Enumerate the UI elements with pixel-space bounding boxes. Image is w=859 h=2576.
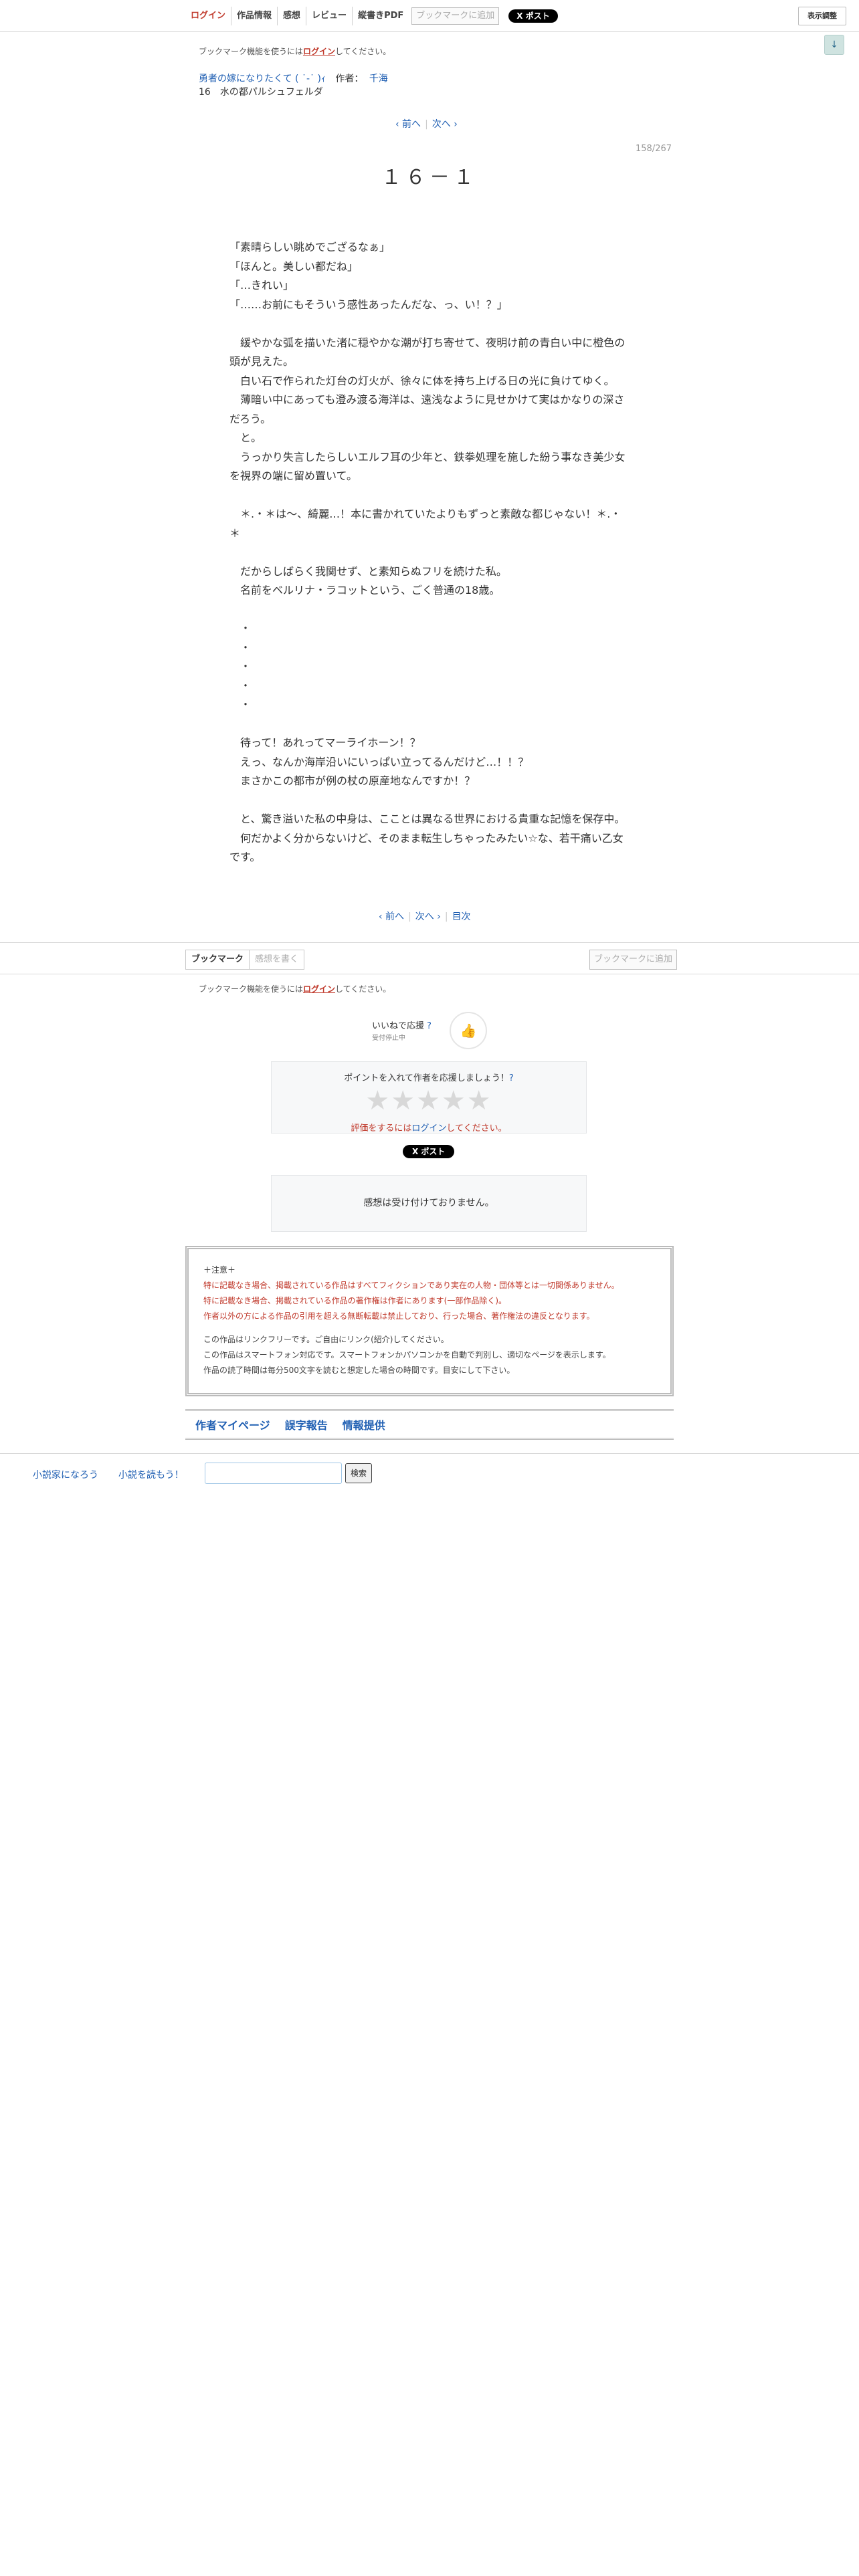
thumbs-up-icon: 👍 bbox=[460, 1023, 477, 1039]
body-line: 待って！あれってマーライホーン！？ bbox=[229, 736, 421, 749]
prev-page-link-bottom[interactable]: ‹ 前へ bbox=[379, 911, 404, 922]
impression-closed-notice: 感想は受け付けておりません。 bbox=[271, 1175, 587, 1232]
add-bookmark-button[interactable]: ブックマークに追加 bbox=[411, 7, 500, 25]
body-line bbox=[229, 543, 628, 562]
body-line: ・ bbox=[229, 698, 252, 711]
help-icon[interactable]: ? bbox=[427, 1021, 432, 1031]
body-line: を視界の端に留め置いて。 bbox=[229, 469, 358, 482]
nav-reviews[interactable]: レビュー bbox=[306, 7, 352, 25]
body-line: 名前をベルリナ・ラコットという、ごく普通の18歳。 bbox=[229, 584, 500, 597]
site-header: ログイン 作品情報 感想 レビュー 縦書きPDF ブックマークに追加 X ポスト… bbox=[0, 0, 859, 32]
bottom-pager: ‹ 前へ | 次へ › | 目次 bbox=[379, 911, 471, 922]
search-button[interactable]: 検索 bbox=[345, 1463, 372, 1483]
caution-info-line: この作品はスマートフォン対応です。スマートフォンかパソコンかを自動で判別し、適切… bbox=[203, 1350, 611, 1360]
nav-impressions[interactable]: 感想 bbox=[277, 7, 306, 25]
body-line: 「…きれい」 bbox=[229, 279, 294, 292]
rating-help-icon[interactable]: ? bbox=[509, 1073, 514, 1083]
body-line bbox=[229, 715, 628, 734]
body-line bbox=[229, 486, 628, 506]
info-provide-link[interactable]: 情報提供 bbox=[343, 1416, 385, 1432]
x-post-button-bottom[interactable]: X ポスト bbox=[403, 1145, 455, 1158]
body-line: 白い石で作られた灯台の灯火が、徐々に体を持ち上げる日の光に負けてゆく。 bbox=[229, 374, 615, 387]
body-line: まさかこの都市が例の杖の原産地なんですか！？ bbox=[229, 774, 476, 787]
login-link-bottom[interactable]: ログイン bbox=[303, 984, 335, 994]
caution-heading: ＋注意＋ bbox=[203, 1265, 236, 1275]
bookmark-tab[interactable]: ブックマーク bbox=[185, 950, 250, 970]
body-line bbox=[229, 601, 628, 620]
body-line: うっかり失言したらしいエルフ耳の少年と、鉄拳処理を施した紛う事なき美少女 bbox=[229, 450, 626, 463]
search-input[interactable] bbox=[205, 1463, 342, 1484]
rating-login-link[interactable]: ログイン bbox=[411, 1123, 446, 1134]
x-post-button[interactable]: X ポスト bbox=[508, 9, 558, 23]
chapter-title: 16 水の都パルシュフェルダ bbox=[199, 87, 323, 98]
top-pager: ‹ 前へ | 次へ › bbox=[395, 119, 458, 130]
caution-info-line: この作品はリンクフリーです。ご自由にリンク(紹介)してください。 bbox=[203, 1335, 449, 1344]
header-nav: ログイン 作品情報 感想 レビュー 縦書きPDF ブックマークに追加 X ポスト bbox=[185, 7, 558, 25]
author-label: 作者： bbox=[335, 74, 364, 84]
rating-note: 評価をするにはログインしてください。 bbox=[351, 1123, 507, 1134]
body-line bbox=[229, 791, 628, 811]
body-line: 何だかよく分からないけど、そのまま転生しちゃったみたい☆な、若干痛い乙女 bbox=[229, 831, 624, 845]
iine-button[interactable]: 👍 bbox=[450, 1012, 487, 1049]
body-line: 薄暗い中にあっても澄み渡る海洋は、遠浅なように見せかけて実はかなりの深さ bbox=[229, 393, 625, 406]
footer-links: 作者マイページ 誤字報告 情報提供 bbox=[185, 1409, 674, 1440]
novel-info: 勇者の嫁になりたくて ( ˙-˙ )ｨ 作者： 千海 bbox=[199, 72, 388, 85]
iine-status: 受付停止中 bbox=[372, 1035, 405, 1042]
body-line: 「……お前にもそういう感性あったんだな、っ、い！？」 bbox=[229, 298, 508, 311]
caution-info-line: 作品の読了時間は毎分500文字を読むと想定した場合の時間です。目安にして下さい。 bbox=[203, 1366, 515, 1375]
body-line: ・ bbox=[229, 622, 252, 635]
body-line: と。 bbox=[229, 431, 262, 444]
bookmark-notice: ブックマーク機能を使うにはログインしてください。 bbox=[199, 47, 391, 56]
body-line: ＊.・＊は〜、綺麗…！本に書かれていたよりもずっと素敵な都じゃない！＊.・ bbox=[229, 508, 622, 520]
add-bookmark-button-bottom[interactable]: ブックマークに追加 bbox=[589, 950, 678, 970]
body-line: えっ、なんか海岸沿いにいっぱい立ってるんだけど…！！？ bbox=[229, 755, 529, 768]
syosetuka-link[interactable]: 小説家になろう bbox=[33, 1468, 98, 1481]
prev-page-link[interactable]: ‹ 前へ bbox=[395, 119, 421, 130]
rating-box: ポイントを入れて作者を応援しましょう！? ★★★★★ 評価をするにはログインして… bbox=[271, 1061, 587, 1134]
body-line: 「ほんと。美しい都だね」 bbox=[229, 259, 359, 273]
body-line: だろう。 bbox=[229, 412, 272, 425]
site-footer: 小説家になろう 小説を読もう！ 検索 bbox=[0, 1453, 859, 1493]
write-impression-tab[interactable]: 感想を書く bbox=[250, 950, 305, 970]
caution-line: 特に記載なき場合、掲載されている作品の著作権は作者にあります(一部作品除く)。 bbox=[203, 1296, 507, 1305]
caution-line: 作者以外の方による作品の引用を超える無断転載は禁止しており、行った場合、著作権法… bbox=[203, 1311, 595, 1321]
body-line: です。 bbox=[229, 851, 261, 863]
caution-box: ＋注意＋ 特に記載なき場合、掲載されている作品はすべてフィクションであり実在の人… bbox=[185, 1246, 674, 1396]
display-adjust-button[interactable]: 表示調整 bbox=[798, 7, 846, 25]
typo-report-link[interactable]: 誤字報告 bbox=[285, 1416, 328, 1432]
yomou-link[interactable]: 小説を読もう！ bbox=[118, 1468, 184, 1481]
bottom-action-bar: ブックマーク 感想を書く ブックマークに追加 bbox=[0, 942, 859, 974]
caution-line: 特に記載なき場合、掲載されている作品はすべてフィクションであり実在の人物・団体等… bbox=[203, 1281, 619, 1290]
novel-title-link[interactable]: 勇者の嫁になりたくて ( ˙-˙ )ｨ bbox=[199, 74, 326, 84]
episode-subtitle: １６－１ bbox=[381, 166, 478, 189]
nav-work-info[interactable]: 作品情報 bbox=[231, 7, 277, 25]
body-line: と、驚き溢いた私の中身は、こことは異なる世界における貴重な記憶を保存中。 bbox=[229, 813, 626, 825]
nav-vertical-pdf[interactable]: 縦書きPDF bbox=[352, 7, 409, 25]
rating-lead: ポイントを入れて作者を応援しましょう！? bbox=[344, 1073, 514, 1083]
body-line: 「素晴らしい眺めでござるなぁ」 bbox=[229, 241, 391, 253]
body-line: ・ bbox=[229, 660, 252, 673]
bookmark-notice-bottom: ブックマーク機能を使うにはログインしてください。 bbox=[199, 984, 391, 994]
login-link[interactable]: ログイン bbox=[303, 47, 335, 56]
body-line: 緩やかな弧を描いた渚に穏やかな潮が打ち寄せて、夜明け前の青白い中に橙色の bbox=[229, 336, 626, 349]
body-line: ・ bbox=[229, 641, 252, 654]
page-count: 158/267 bbox=[636, 144, 672, 154]
rating-stars[interactable]: ★★★★★ bbox=[272, 1087, 586, 1114]
toc-link[interactable]: 目次 bbox=[452, 911, 471, 922]
body-line: 頭が見えた。 bbox=[229, 355, 294, 368]
body-line: ・ bbox=[229, 679, 252, 692]
author-mypage-link[interactable]: 作者マイページ bbox=[195, 1416, 270, 1432]
body-line: だからしばらく我関せず、と素知らぬフリを続けた私。 bbox=[229, 564, 507, 578]
author-link[interactable]: 千海 bbox=[369, 74, 388, 84]
nav-login[interactable]: ログイン bbox=[185, 7, 231, 25]
iine-label: いいねで応援? bbox=[372, 1021, 432, 1031]
next-page-link-bottom[interactable]: 次へ › bbox=[415, 911, 441, 922]
next-page-link[interactable]: 次へ › bbox=[432, 119, 458, 130]
scroll-down-icon[interactable]: ↓ bbox=[824, 35, 844, 55]
novel-body-text: 「素晴らしい眺めでござるなぁ」 「ほんと。美しい都だね」 「…きれい」「……お前にも… bbox=[229, 238, 628, 867]
body-line bbox=[229, 314, 628, 334]
body-line: ＊ bbox=[229, 526, 241, 540]
